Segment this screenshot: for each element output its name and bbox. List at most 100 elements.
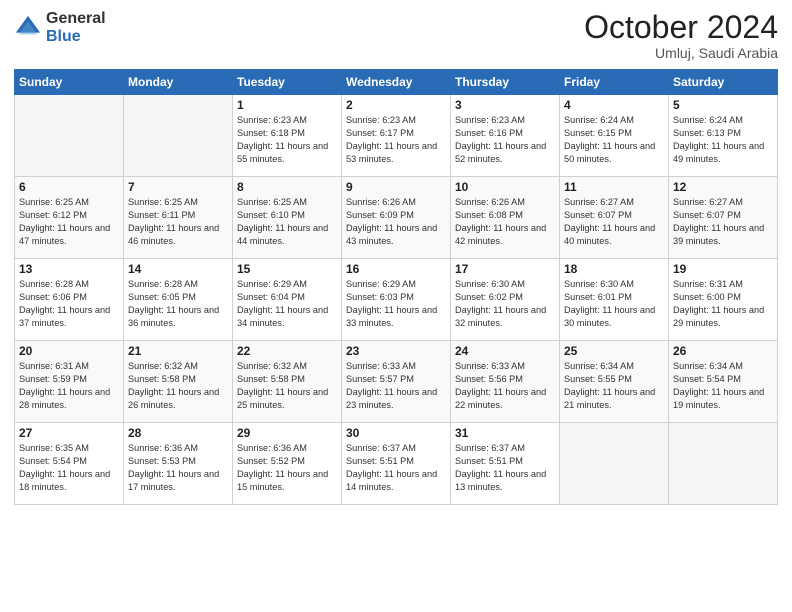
calendar-cell	[124, 95, 233, 177]
day-number: 22	[237, 344, 337, 358]
calendar-cell: 13 Sunrise: 6:28 AMSunset: 6:06 PMDayligh…	[15, 259, 124, 341]
logo: General Blue	[14, 10, 106, 45]
cell-info: Sunrise: 6:28 AMSunset: 6:06 PMDaylight:…	[19, 278, 119, 330]
day-number: 10	[455, 180, 555, 194]
cell-info: Sunrise: 6:29 AMSunset: 6:04 PMDaylight:…	[237, 278, 337, 330]
calendar-cell: 27 Sunrise: 6:35 AMSunset: 5:54 PMDayligh…	[15, 423, 124, 505]
cell-info: Sunrise: 6:33 AMSunset: 5:57 PMDaylight:…	[346, 360, 446, 412]
cell-info: Sunrise: 6:33 AMSunset: 5:56 PMDaylight:…	[455, 360, 555, 412]
calendar-cell: 6Sunrise: 6:25 AMSunset: 6:12 PMDaylight…	[15, 177, 124, 259]
cell-info: Sunrise: 6:24 AMSunset: 6:15 PMDaylight:…	[564, 114, 664, 166]
calendar-cell	[669, 423, 778, 505]
day-number: 27	[19, 426, 119, 440]
day-number: 17	[455, 262, 555, 276]
cell-info: Sunrise: 6:32 AMSunset: 5:58 PMDaylight:…	[128, 360, 228, 412]
cell-info: Sunrise: 6:35 AMSunset: 5:54 PMDaylight:…	[19, 442, 119, 494]
day-number: 28	[128, 426, 228, 440]
calendar-cell: 11 Sunrise: 6:27 AMSunset: 6:07 PMDayligh…	[560, 177, 669, 259]
calendar-cell: 28 Sunrise: 6:36 AMSunset: 5:53 PMDayligh…	[124, 423, 233, 505]
calendar-cell: 20Sunrise: 6:31 AMSunset: 5:59 PMDayligh…	[15, 341, 124, 423]
calendar-cell: 19Sunrise: 6:31 AMSunset: 6:00 PMDayligh…	[669, 259, 778, 341]
calendar-cell: 25Sunrise: 6:34 AMSunset: 5:55 PMDayligh…	[560, 341, 669, 423]
calendar-cell	[560, 423, 669, 505]
cell-info: Sunrise: 6:24 AMSunset: 6:13 PMDaylight:…	[673, 114, 773, 166]
calendar-cell: 17 Sunrise: 6:30 AMSunset: 6:02 PMDayligh…	[451, 259, 560, 341]
calendar-cell: 22Sunrise: 6:32 AMSunset: 5:58 PMDayligh…	[233, 341, 342, 423]
logo-icon	[14, 14, 42, 42]
day-number: 23	[346, 344, 446, 358]
header-row: Sunday Monday Tuesday Wednesday Thursday…	[15, 70, 778, 95]
day-number: 15	[237, 262, 337, 276]
logo-text: General Blue	[46, 10, 106, 45]
calendar-cell: 14Sunrise: 6:28 AMSunset: 6:05 PMDayligh…	[124, 259, 233, 341]
cell-info: Sunrise: 6:30 AMSunset: 6:01 PMDaylight:…	[564, 278, 664, 330]
col-wednesday: Wednesday	[342, 70, 451, 95]
calendar-cell: 1 Sunrise: 6:23 AMSunset: 6:18 PMDaylight…	[233, 95, 342, 177]
day-number: 29	[237, 426, 337, 440]
calendar-week-5: 27 Sunrise: 6:35 AMSunset: 5:54 PMDayligh…	[15, 423, 778, 505]
calendar-cell: 5 Sunrise: 6:24 AMSunset: 6:13 PMDaylight…	[669, 95, 778, 177]
title-block: October 2024 Umluj, Saudi Arabia	[584, 10, 778, 61]
day-number: 24	[455, 344, 555, 358]
day-number: 30	[346, 426, 446, 440]
calendar-cell: 16Sunrise: 6:29 AMSunset: 6:03 PMDayligh…	[342, 259, 451, 341]
cell-info: Sunrise: 6:27 AMSunset: 6:07 PMDaylight:…	[564, 196, 664, 248]
day-number: 13	[19, 262, 119, 276]
calendar-cell: 8Sunrise: 6:25 AMSunset: 6:10 PMDaylight…	[233, 177, 342, 259]
calendar-cell: 9Sunrise: 6:26 AMSunset: 6:09 PMDaylight…	[342, 177, 451, 259]
cell-info: Sunrise: 6:36 AMSunset: 5:53 PMDaylight:…	[128, 442, 228, 494]
cell-info: Sunrise: 6:23 AMSunset: 6:16 PMDaylight:…	[455, 114, 555, 166]
calendar-cell: 12 Sunrise: 6:27 AMSunset: 6:07 PMDayligh…	[669, 177, 778, 259]
day-number: 2	[346, 98, 446, 112]
cell-info: Sunrise: 6:27 AMSunset: 6:07 PMDaylight:…	[673, 196, 773, 248]
day-number: 8	[237, 180, 337, 194]
day-number: 16	[346, 262, 446, 276]
col-sunday: Sunday	[15, 70, 124, 95]
cell-info: Sunrise: 6:26 AMSunset: 6:08 PMDaylight:…	[455, 196, 555, 248]
day-number: 12	[673, 180, 773, 194]
calendar-table: Sunday Monday Tuesday Wednesday Thursday…	[14, 69, 778, 505]
cell-info: Sunrise: 6:37 AMSunset: 5:51 PMDaylight:…	[455, 442, 555, 494]
cell-info: Sunrise: 6:37 AMSunset: 5:51 PMDaylight:…	[346, 442, 446, 494]
day-number: 5	[673, 98, 773, 112]
cell-info: Sunrise: 6:23 AMSunset: 6:17 PMDaylight:…	[346, 114, 446, 166]
day-number: 26	[673, 344, 773, 358]
cell-info: Sunrise: 6:31 AMSunset: 5:59 PMDaylight:…	[19, 360, 119, 412]
col-monday: Monday	[124, 70, 233, 95]
logo-blue: Blue	[46, 28, 106, 46]
calendar-cell: 18 Sunrise: 6:30 AMSunset: 6:01 PMDayligh…	[560, 259, 669, 341]
page-container: General Blue October 2024 Umluj, Saudi A…	[0, 0, 792, 515]
cell-info: Sunrise: 6:34 AMSunset: 5:54 PMDaylight:…	[673, 360, 773, 412]
day-number: 11	[564, 180, 664, 194]
cell-info: Sunrise: 6:23 AMSunset: 6:18 PMDaylight:…	[237, 114, 337, 166]
day-number: 18	[564, 262, 664, 276]
location: Umluj, Saudi Arabia	[584, 45, 778, 61]
cell-info: Sunrise: 6:30 AMSunset: 6:02 PMDaylight:…	[455, 278, 555, 330]
day-number: 3	[455, 98, 555, 112]
col-tuesday: Tuesday	[233, 70, 342, 95]
calendar-week-4: 20Sunrise: 6:31 AMSunset: 5:59 PMDayligh…	[15, 341, 778, 423]
calendar-cell: 10 Sunrise: 6:26 AMSunset: 6:08 PMDayligh…	[451, 177, 560, 259]
col-saturday: Saturday	[669, 70, 778, 95]
header: General Blue October 2024 Umluj, Saudi A…	[14, 10, 778, 61]
calendar-cell: 31 Sunrise: 6:37 AMSunset: 5:51 PMDayligh…	[451, 423, 560, 505]
day-number: 21	[128, 344, 228, 358]
logo-general: General	[46, 10, 106, 28]
calendar-cell: 2 Sunrise: 6:23 AMSunset: 6:17 PMDaylight…	[342, 95, 451, 177]
day-number: 25	[564, 344, 664, 358]
day-number: 4	[564, 98, 664, 112]
calendar-week-2: 6Sunrise: 6:25 AMSunset: 6:12 PMDaylight…	[15, 177, 778, 259]
calendar-cell: 4 Sunrise: 6:24 AMSunset: 6:15 PMDaylight…	[560, 95, 669, 177]
day-number: 6	[19, 180, 119, 194]
calendar-cell: 3 Sunrise: 6:23 AMSunset: 6:16 PMDaylight…	[451, 95, 560, 177]
day-number: 31	[455, 426, 555, 440]
calendar-week-1: 1 Sunrise: 6:23 AMSunset: 6:18 PMDaylight…	[15, 95, 778, 177]
calendar-cell	[15, 95, 124, 177]
calendar-week-3: 13 Sunrise: 6:28 AMSunset: 6:06 PMDayligh…	[15, 259, 778, 341]
day-number: 1	[237, 98, 337, 112]
calendar-cell: 26 Sunrise: 6:34 AMSunset: 5:54 PMDayligh…	[669, 341, 778, 423]
calendar-cell: 21 Sunrise: 6:32 AMSunset: 5:58 PMDayligh…	[124, 341, 233, 423]
cell-info: Sunrise: 6:31 AMSunset: 6:00 PMDaylight:…	[673, 278, 773, 330]
cell-info: Sunrise: 6:28 AMSunset: 6:05 PMDaylight:…	[128, 278, 228, 330]
cell-info: Sunrise: 6:25 AMSunset: 6:11 PMDaylight:…	[128, 196, 228, 248]
